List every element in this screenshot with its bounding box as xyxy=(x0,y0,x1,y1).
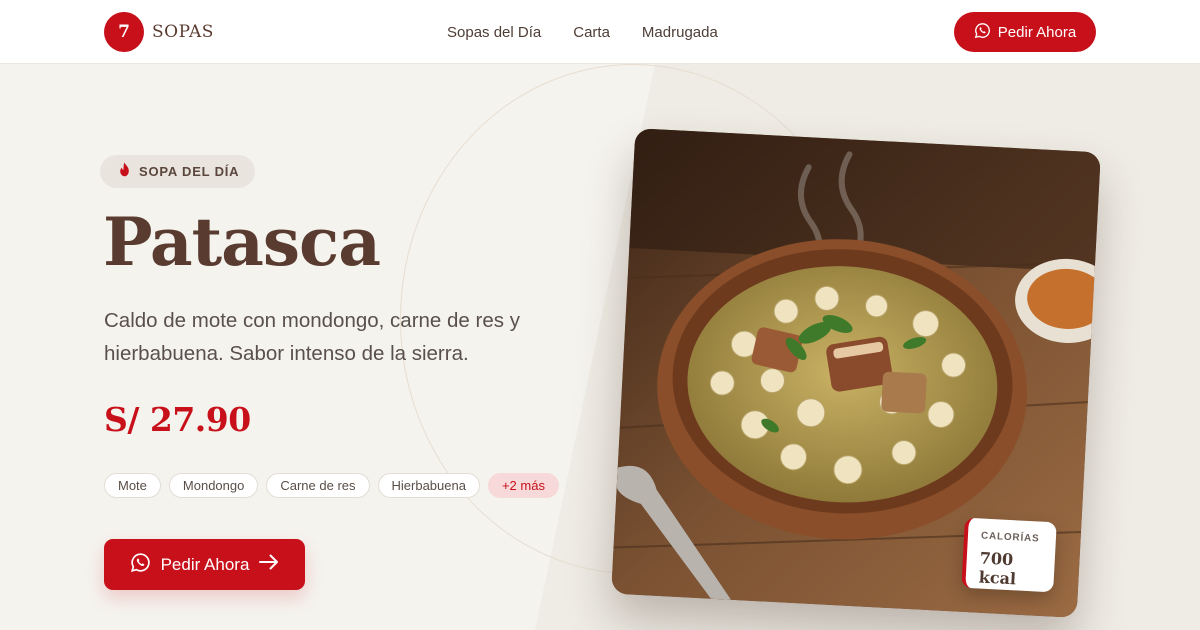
logo-badge: 7 xyxy=(104,12,144,52)
arrow-right-icon xyxy=(259,554,279,575)
ingredient-tags: Mote Mondongo Carne de res Hierbabuena +… xyxy=(104,473,559,498)
brand-name: SOPAS xyxy=(152,22,214,42)
soup-of-day-badge: SOPA DEL DÍA xyxy=(100,155,256,188)
ingredient-tag-mondongo: Mondongo xyxy=(168,473,259,498)
main-nav: Sopas del Día Carta Madrugada xyxy=(447,0,718,64)
nav-link-carta[interactable]: Carta xyxy=(573,24,610,41)
flame-icon xyxy=(118,162,131,182)
ingredient-tag-mote: Mote xyxy=(104,473,161,498)
dish-title: Patasca xyxy=(103,203,381,281)
more-ingredients-tag[interactable]: +2 más xyxy=(487,473,559,498)
dish-description: Caldo de mote con mondongo, carne de res… xyxy=(104,309,520,365)
calories-value: 700 kcal xyxy=(978,548,1017,589)
header-order-button[interactable]: Pedir Ahora xyxy=(954,12,1096,52)
calories-label: CALORÍAS xyxy=(980,530,1040,545)
soup-of-day-label: SOPA DEL DÍA xyxy=(139,164,240,179)
ingredient-tag-carne-de-res: Carne de res xyxy=(266,473,370,498)
site-header: 7 SOPAS Sopas del Día Carta Madrugada Pe… xyxy=(0,0,1200,64)
order-now-label: Pedir Ahora xyxy=(160,554,250,574)
calories-badge: CALORÍAS 700 kcal xyxy=(961,517,1057,593)
dish-price: S/ 27.90 xyxy=(104,400,251,439)
whatsapp-icon xyxy=(974,22,991,43)
whatsapp-icon xyxy=(130,552,151,578)
nav-link-madrugada[interactable]: Madrugada xyxy=(642,24,718,41)
brand-logo[interactable]: 7 SOPAS xyxy=(104,12,214,52)
order-now-button[interactable]: Pedir Ahora xyxy=(104,539,305,590)
nav-link-sopas-del-dia[interactable]: Sopas del Día xyxy=(447,24,541,41)
header-order-label: Pedir Ahora xyxy=(997,23,1077,41)
ingredient-tag-hierbabuena: Hierbabuena xyxy=(377,473,480,498)
